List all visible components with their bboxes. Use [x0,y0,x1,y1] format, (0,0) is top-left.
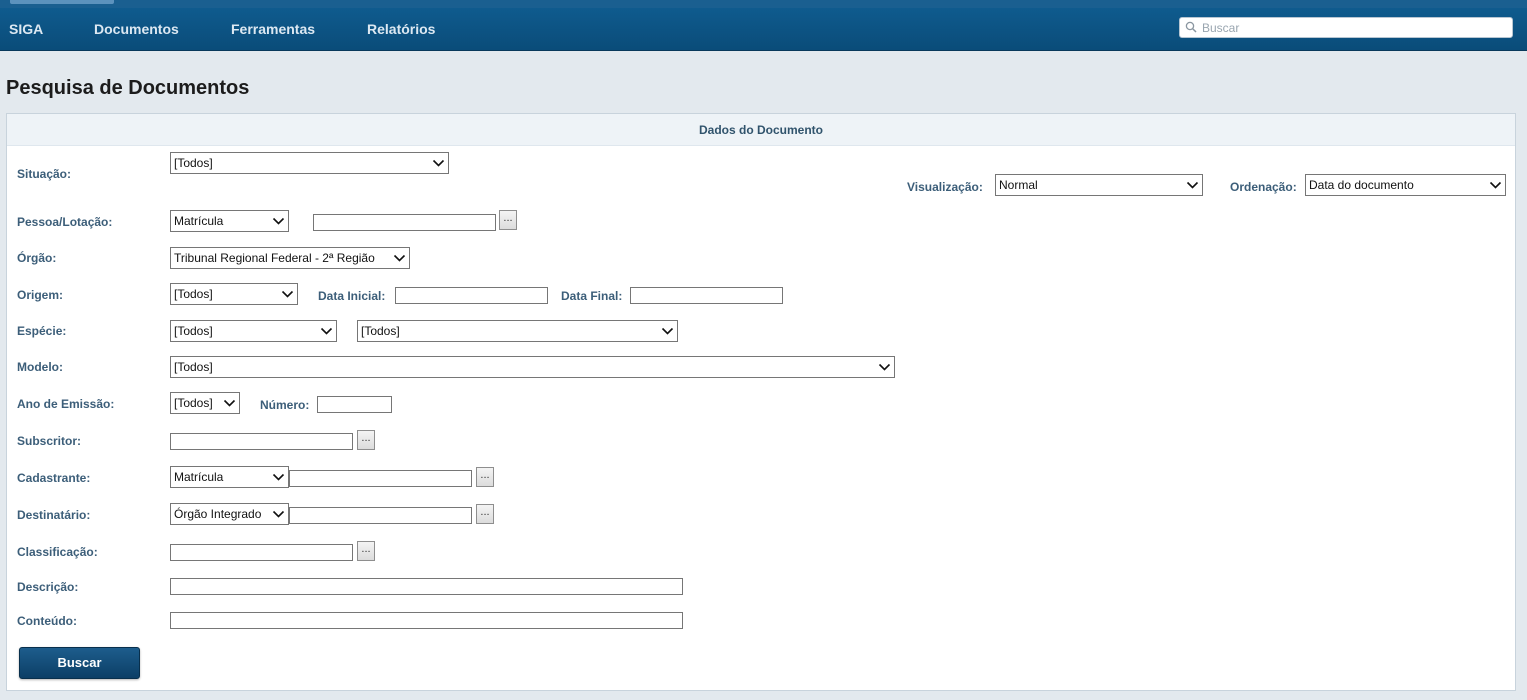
data-inicial-label: Data Inicial: [318,289,386,303]
especie-sub-value: [Todos] [361,324,400,338]
ano-emissao-select[interactable]: [Todos] [170,392,240,414]
chevron-down-icon [432,159,445,167]
origem-select[interactable]: [Todos] [170,283,298,305]
especie-label: Espécie: [17,324,67,338]
pessoa-lotacao-input[interactable] [313,214,496,231]
page-title: Pesquisa de Documentos [6,77,250,99]
orgao-label: Órgão: [17,251,57,265]
ordenacao-select[interactable]: Data do documento [1305,174,1506,196]
visualizacao-label: Visualização: [907,180,983,194]
cadastrante-input[interactable] [289,470,472,487]
nav-item-siga[interactable]: SIGA [9,8,43,50]
classificacao-lookup-button[interactable]: ... [357,541,375,561]
top-navbar: SIGA Documentos Ferramentas Relatórios [0,8,1527,51]
chevron-down-icon [1186,181,1199,189]
nav-item-documentos[interactable]: Documentos [94,8,179,50]
pessoa-lotacao-type-select[interactable]: Matrícula [170,210,289,232]
modelo-select[interactable]: [Todos] [170,356,895,378]
search-box [1179,17,1513,38]
especie-value: [Todos] [174,324,213,338]
descricao-label: Descrição: [17,580,79,594]
conteudo-input[interactable] [170,612,683,629]
orgao-select[interactable]: Tribunal Regional Federal - 2ª Região [170,247,410,269]
nav-item-ferramentas[interactable]: Ferramentas [231,8,315,50]
ordenacao-label: Ordenação: [1230,180,1297,194]
situacao-label: Situação: [17,167,72,181]
subscritor-input[interactable] [170,433,353,450]
search-input[interactable] [1202,19,1502,37]
destinatario-lookup-button[interactable]: ... [476,504,494,524]
modelo-value: [Todos] [174,360,213,374]
classificacao-input[interactable] [170,544,353,561]
destinatario-label: Destinatário: [17,508,91,522]
situacao-value: [Todos] [174,156,213,170]
modelo-label: Modelo: [17,360,63,374]
cadastrante-type-value: Matrícula [174,470,224,484]
buscar-button[interactable]: Buscar [19,647,140,679]
destinatario-input[interactable] [289,507,472,524]
data-inicial-input[interactable] [395,287,548,304]
orgao-value: Tribunal Regional Federal - 2ª Região [174,251,375,265]
conteudo-label: Conteúdo: [17,614,77,628]
chevron-down-icon [272,217,285,225]
especie-sub-select[interactable]: [Todos] [357,320,678,342]
chevron-down-icon [878,363,891,371]
destinatario-type-select[interactable]: Órgão Integrado [170,503,289,525]
origem-label: Origem: [17,288,64,302]
classificacao-label: Classificação: [17,545,98,559]
situacao-select[interactable]: [Todos] [170,152,449,174]
chevron-down-icon [1489,181,1502,189]
origem-value: [Todos] [174,287,213,301]
chevron-down-icon [661,327,674,335]
chevron-down-icon [223,399,236,407]
ano-emissao-label: Ano de Emissão: [17,397,115,411]
chevron-down-icon [281,290,294,298]
top-strip-tab [10,0,114,4]
ordenacao-value: Data do documento [1309,178,1414,192]
nav-item-relatorios[interactable]: Relatórios [367,8,435,50]
chevron-down-icon [393,254,406,262]
subscritor-label: Subscritor: [17,434,82,448]
chevron-down-icon [272,473,285,481]
numero-label: Número: [260,398,310,412]
top-strip [0,0,1527,8]
visualizacao-value: Normal [999,178,1038,192]
chevron-down-icon [320,327,333,335]
pessoa-lotacao-label: Pessoa/Lotação: [17,215,113,229]
pessoa-lotacao-type-value: Matrícula [174,214,224,228]
numero-input[interactable] [317,396,392,413]
pessoa-lotacao-lookup-button[interactable]: ... [499,210,517,230]
descricao-input[interactable] [170,578,683,595]
panel-title: Dados do Documento [7,114,1515,146]
subscritor-lookup-button[interactable]: ... [357,430,375,450]
destinatario-type-value: Órgão Integrado [174,507,262,521]
data-final-label: Data Final: [561,289,623,303]
especie-select[interactable]: [Todos] [170,320,337,342]
search-icon [1185,21,1197,33]
data-final-input[interactable] [630,287,783,304]
cadastrante-label: Cadastrante: [17,471,91,485]
cadastrante-lookup-button[interactable]: ... [476,467,494,487]
cadastrante-type-select[interactable]: Matrícula [170,466,289,488]
chevron-down-icon [272,510,285,518]
visualizacao-select[interactable]: Normal [995,174,1203,196]
ano-emissao-value: [Todos] [174,396,213,410]
